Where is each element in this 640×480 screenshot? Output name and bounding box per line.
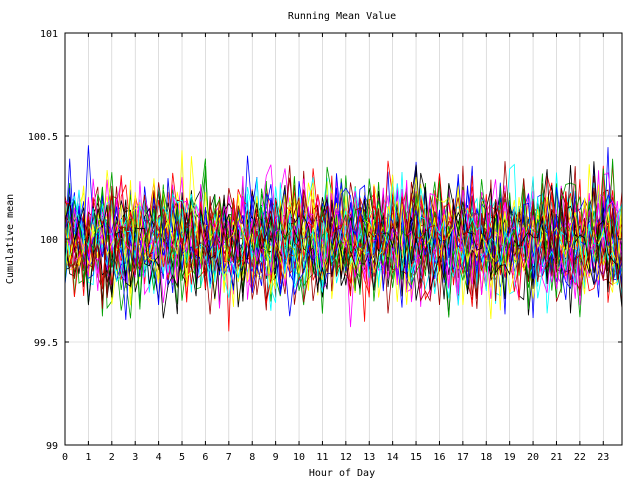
x-tick-label: 12 bbox=[340, 452, 352, 463]
x-tick-label: 9 bbox=[273, 452, 279, 463]
x-tick-label: 17 bbox=[457, 452, 469, 463]
x-tick-label: 2 bbox=[109, 452, 115, 463]
y-tick-label: 99 bbox=[46, 441, 58, 452]
chart-title: Running Mean Value bbox=[288, 11, 396, 22]
x-tick-label: 1 bbox=[85, 452, 91, 463]
x-tick-label: 11 bbox=[316, 452, 328, 463]
x-tick-label: 23 bbox=[597, 452, 609, 463]
y-axis-label: Cumulative mean bbox=[5, 194, 16, 284]
x-tick-label: 22 bbox=[574, 452, 586, 463]
x-tick-label: 21 bbox=[550, 452, 562, 463]
y-tick-label: 100 bbox=[40, 235, 58, 246]
x-tick-label: 15 bbox=[410, 452, 422, 463]
x-tick-label: 16 bbox=[433, 452, 445, 463]
x-tick-label: 5 bbox=[179, 452, 185, 463]
x-tick-label: 4 bbox=[156, 452, 162, 463]
x-tick-label: 14 bbox=[387, 452, 399, 463]
x-tick-label: 18 bbox=[480, 452, 492, 463]
y-tick-label: 100.5 bbox=[28, 132, 58, 143]
x-tick-label: 6 bbox=[202, 452, 208, 463]
x-tick-label: 3 bbox=[132, 452, 138, 463]
x-tick-label: 13 bbox=[363, 452, 375, 463]
x-axis-label: Hour of Day bbox=[309, 468, 375, 479]
x-tick-label: 8 bbox=[249, 452, 255, 463]
x-tick-label: 19 bbox=[504, 452, 516, 463]
x-tick-label: 20 bbox=[527, 452, 539, 463]
y-tick-label: 101 bbox=[40, 29, 58, 40]
x-tick-label: 7 bbox=[226, 452, 232, 463]
chart: Running Mean Value 9999.5100100.5101 012… bbox=[5, 11, 623, 479]
x-tick-label: 10 bbox=[293, 452, 305, 463]
x-tick-label: 0 bbox=[62, 452, 68, 463]
series-group bbox=[64, 145, 623, 332]
y-tick-label: 99.5 bbox=[34, 338, 58, 349]
